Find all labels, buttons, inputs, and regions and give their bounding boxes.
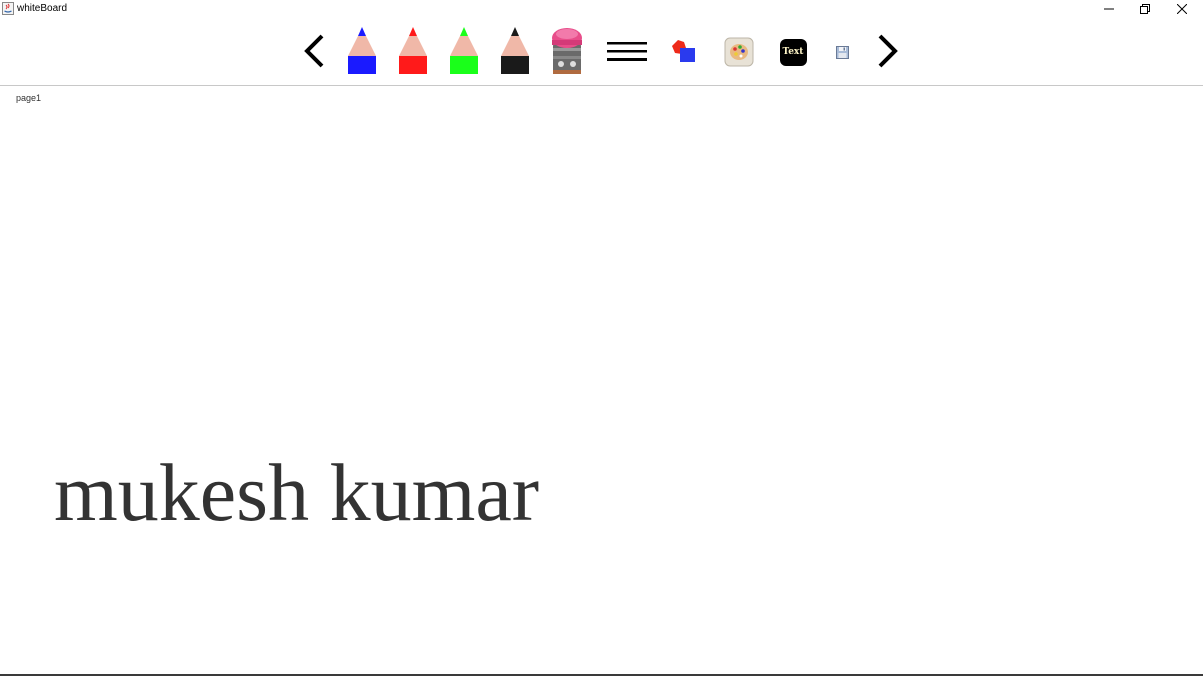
palette-icon <box>724 37 754 67</box>
save-button[interactable] <box>834 44 850 60</box>
black-pencil-button[interactable] <box>499 26 531 76</box>
restore-icon <box>1140 4 1150 14</box>
shapes-icon <box>670 38 698 66</box>
drawing-canvas[interactable]: page1 mukesh kumar <box>0 86 1203 674</box>
eraser-icon <box>550 26 584 76</box>
green-pencil-button[interactable] <box>448 26 480 76</box>
pencil-icon <box>397 26 429 76</box>
pencil-icon <box>346 26 378 76</box>
minimize-icon <box>1104 4 1114 14</box>
close-icon <box>1177 4 1187 14</box>
restore-button[interactable] <box>1127 0 1163 18</box>
blue-pencil-button[interactable] <box>346 26 378 76</box>
java-app-icon <box>2 2 14 15</box>
minimize-button[interactable] <box>1091 0 1127 18</box>
text-tool-button[interactable]: Text <box>778 37 808 67</box>
lines-icon <box>606 38 648 66</box>
window-title: whiteBoard <box>17 3 68 14</box>
text-icon: Text <box>779 38 807 66</box>
title-bar: whiteBoard <box>0 0 1203 18</box>
chevron-left-icon <box>301 33 327 69</box>
floppy-disk-icon <box>835 45 849 59</box>
close-button[interactable] <box>1164 0 1200 18</box>
color-palette-button[interactable] <box>724 37 754 67</box>
previous-page-button[interactable] <box>300 32 328 70</box>
line-width-button[interactable] <box>606 38 648 66</box>
shapes-button[interactable] <box>670 38 698 66</box>
toolbar: Text <box>0 18 1203 86</box>
chevron-right-icon <box>875 33 901 69</box>
pencil-icon <box>499 26 531 76</box>
page-label: page1 <box>16 93 42 103</box>
text-tool-label: Text <box>782 46 804 57</box>
next-page-button[interactable] <box>874 32 902 70</box>
red-pencil-button[interactable] <box>397 26 429 76</box>
pencil-icon <box>448 26 480 76</box>
whiteboard-window: whiteBoard Text page1 mukesh kumar <box>0 0 1203 676</box>
canvas-text[interactable]: mukesh kumar <box>54 443 539 543</box>
eraser-button[interactable] <box>550 26 584 76</box>
